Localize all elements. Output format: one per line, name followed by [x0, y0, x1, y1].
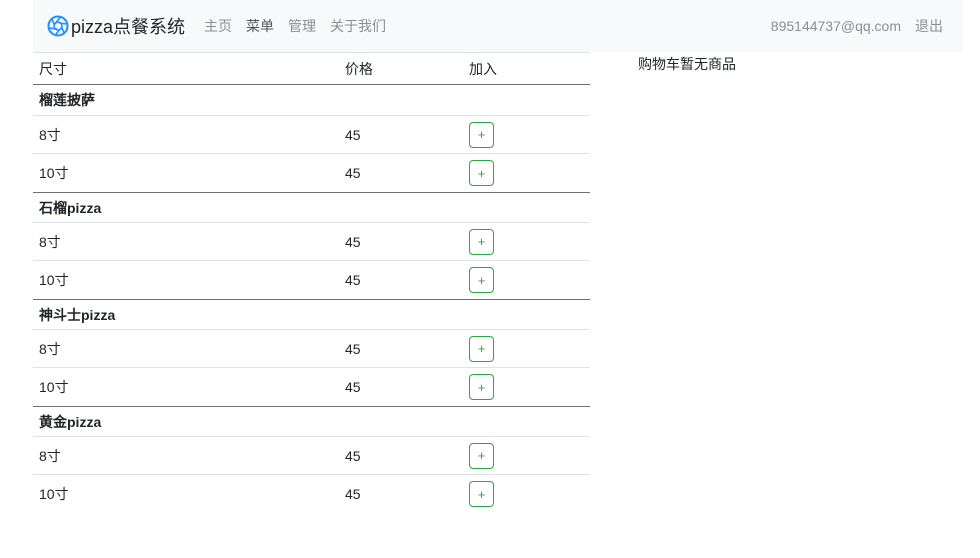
user-email-link[interactable]: 895144737@qq.com [771, 18, 901, 34]
brand-link[interactable]: pizza点餐系统 [46, 13, 185, 39]
price-cell: 45 [345, 379, 361, 395]
size-cell: 8寸 [39, 447, 61, 464]
nav-link-manage[interactable]: 管理 [288, 16, 316, 36]
cart-empty-message: 购物车暂无商品 [638, 56, 736, 72]
aperture-icon [47, 15, 69, 37]
add-to-cart-button[interactable]: + [469, 160, 494, 186]
add-cell: + [463, 121, 590, 148]
nav-user-area: 895144737@qq.com 退出 [771, 16, 943, 36]
table-row: 10寸 45 + [33, 261, 590, 299]
pizza-name: 榴莲披萨 [33, 85, 590, 116]
add-to-cart-button[interactable]: + [469, 121, 494, 148]
add-to-cart-button[interactable]: + [469, 267, 494, 293]
size-cell: 8寸 [39, 233, 61, 250]
size-cell: 10寸 [39, 165, 69, 181]
add-to-cart-button[interactable]: + [469, 442, 494, 469]
add-cell: + [463, 442, 590, 469]
header-size: 尺寸 [39, 60, 67, 77]
price-cell: 45 [345, 233, 361, 250]
header-add: 加入 [469, 60, 497, 77]
size-cell: 8寸 [39, 340, 61, 357]
navbar: pizza点餐系统 主页 菜单 管理 关于我们 895144737@qq.com… [33, 0, 963, 52]
table-row: 10寸 45 + [33, 368, 590, 406]
menu-group: 黄金pizza 8寸 45 + 10寸 45 + [33, 406, 590, 513]
table-row: 8寸 45 + [33, 116, 590, 154]
nav-link-home[interactable]: 主页 [204, 16, 232, 36]
price-cell: 45 [345, 126, 361, 143]
table-row: 8寸 45 + [33, 330, 590, 368]
add-cell: + [463, 374, 590, 400]
menu-group: 榴莲披萨 8寸 45 + 10寸 45 + [33, 85, 590, 192]
price-cell: 45 [345, 447, 361, 464]
add-cell: + [463, 481, 590, 507]
table-row: 8寸 45 + [33, 223, 590, 261]
price-cell: 45 [345, 165, 361, 181]
add-cell: + [463, 335, 590, 362]
add-to-cart-button[interactable]: + [469, 374, 494, 400]
table-row: 10寸 45 + [33, 154, 590, 192]
header-price: 价格 [345, 60, 373, 77]
add-to-cart-button[interactable]: + [469, 228, 494, 255]
logout-link[interactable]: 退出 [915, 16, 943, 36]
pizza-name: 神斗士pizza [33, 299, 590, 330]
table-row: 10寸 45 + [33, 475, 590, 513]
add-to-cart-button[interactable]: + [469, 335, 494, 362]
size-cell: 10寸 [39, 486, 69, 502]
add-cell: + [463, 160, 590, 186]
menu-group: 石榴pizza 8寸 45 + 10寸 45 + [33, 192, 590, 299]
size-cell: 10寸 [39, 272, 69, 288]
nav-link-menu[interactable]: 菜单 [246, 16, 274, 36]
nav-link-about[interactable]: 关于我们 [330, 16, 386, 36]
menu-table: 尺寸 价格 加入 榴莲披萨 8寸 45 + 10寸 45 + 石榴pizza 8… [33, 52, 590, 513]
table-header: 尺寸 价格 加入 [33, 52, 590, 85]
add-cell: + [463, 228, 590, 255]
size-cell: 8寸 [39, 126, 61, 143]
pizza-name: 石榴pizza [33, 192, 590, 223]
add-cell: + [463, 267, 590, 293]
table-row: 8寸 45 + [33, 437, 590, 475]
size-cell: 10寸 [39, 379, 69, 395]
nav-links: 主页 菜单 管理 关于我们 [204, 16, 400, 36]
price-cell: 45 [345, 340, 361, 357]
menu-group: 神斗士pizza 8寸 45 + 10寸 45 + [33, 299, 590, 406]
pizza-name: 黄金pizza [33, 406, 590, 437]
price-cell: 45 [345, 486, 361, 502]
add-to-cart-button[interactable]: + [469, 481, 494, 507]
brand-title: pizza点餐系统 [71, 17, 186, 37]
price-cell: 45 [345, 272, 361, 288]
